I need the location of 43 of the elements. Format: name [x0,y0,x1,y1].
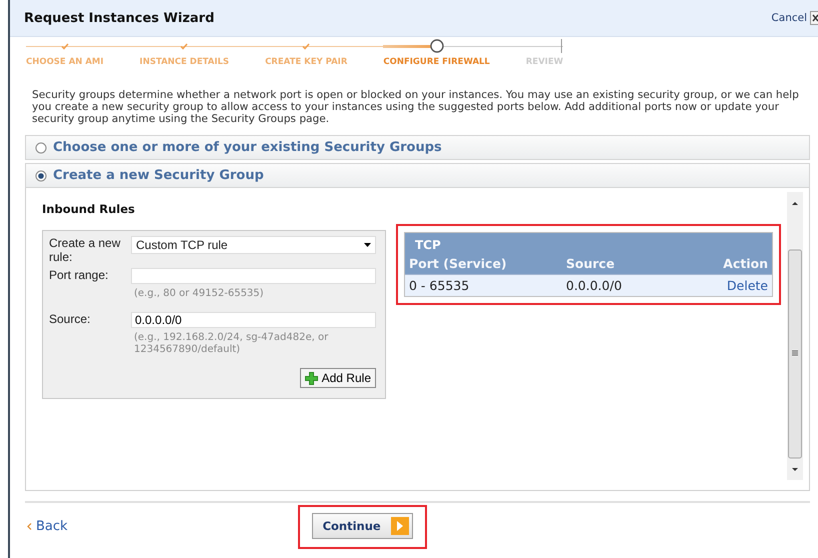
close-icon[interactable] [810,11,818,25]
continue-button[interactable]: Continue [312,513,413,539]
field-label: Create a new rule: [49,236,122,264]
field-label: Source: [49,312,92,328]
field-label: Port range: [49,268,110,284]
chevron-left-icon [27,522,32,530]
hint-text: (e.g., 80 or 49152-65535) [134,288,265,300]
column-header: Action [723,256,768,271]
description-text: Security groups determine whether a network port is open or blocked on your instances. You may use an existing security group, or we can help you create a new security group to allow access to your instances using the suggested ports below. Add additional ports now or update your security group anytime using the Security Groups page. [32,89,800,125]
step-label: CREATE KEY PAIR [265,57,348,67]
rule-dropdown[interactable]: Custom TCP rule [131,236,376,254]
column-header: Source [566,256,616,271]
option-label: Choose one or more of your existing Security Groups [53,140,442,155]
plus-icon [304,372,318,384]
delete-link[interactable]: Delete [726,278,768,293]
add-rule-button[interactable]: Add Rule [300,368,376,388]
back-link[interactable]: Back [27,518,68,534]
play-icon [390,517,409,535]
hint-text: (e.g., 192.168.2.0/24, sg-47ad482e, or 1234567890/default) [134,332,330,356]
option-label: Create a new Security Group [53,168,264,183]
radio-button[interactable] [35,142,47,154]
cancel-link[interactable]: Cancel [771,12,807,24]
step-label: CHOOSE AN AMI [26,57,104,67]
check-icon [302,42,310,50]
current-step-icon [430,39,444,53]
protocol-heading: TCP [405,233,772,254]
accordion-header[interactable]: Create a new Security Group [25,163,810,188]
step-label: CONFIGURE FIREWALL [383,57,490,67]
column-header: Port (Service) [409,256,508,271]
radio-button[interactable] [35,170,47,182]
caret-icon [364,243,371,247]
table-cell-text: 0.0.0.0/0 [566,278,623,293]
port-range-field[interactable] [131,268,376,284]
section-heading: Inbound Rules [42,202,136,216]
check-icon [60,42,69,50]
track-end-icon [561,39,564,53]
source-field[interactable]: 0.0.0.0/0 [131,312,376,328]
window-title: Request Instances Wizard [24,10,216,26]
check-icon [180,42,188,50]
table-cell-text: 0 - 65535 [409,278,470,293]
accordion-header[interactable]: Choose one or more of your existing Security Groups [25,135,810,160]
step-label: INSTANCE DETAILS [140,57,230,67]
scrollbar[interactable] [787,192,803,480]
